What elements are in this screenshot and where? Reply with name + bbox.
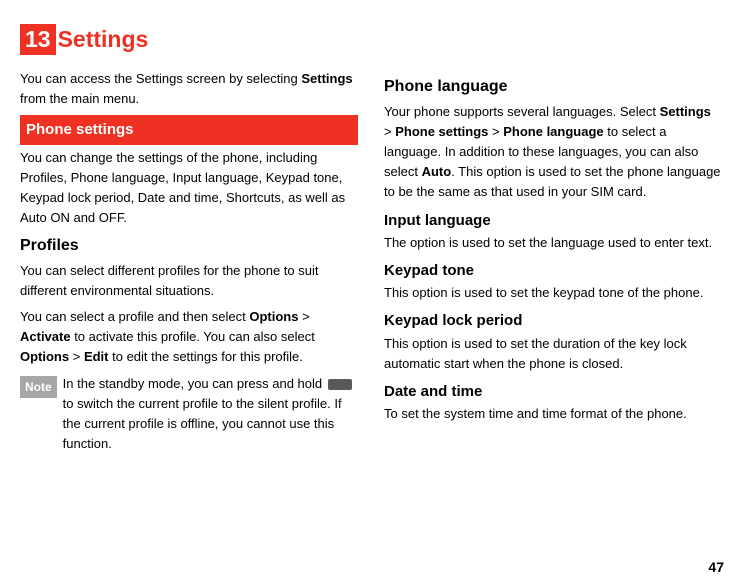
chapter-heading: 13 Settings — [20, 24, 724, 55]
input-language-heading: Input language — [384, 209, 722, 232]
intro-paragraph: You can access the Settings screen by se… — [20, 69, 358, 109]
pl-gt1: > — [384, 124, 395, 139]
phone-language-body: Your phone supports several languages. S… — [384, 102, 722, 203]
phone-language-heading: Phone language — [384, 75, 722, 100]
profiles-p1: You can select different profiles for th… — [20, 261, 358, 301]
column-left: You can access the Settings screen by se… — [20, 69, 358, 454]
pl-auto: Auto — [422, 164, 452, 179]
p2-b: to activate this profile. You can also s… — [71, 329, 315, 344]
p2-activate: Activate — [20, 329, 71, 344]
pl-a: Your phone supports several languages. S… — [384, 104, 660, 119]
note-label: Note — [20, 376, 57, 399]
pl-gt2: > — [488, 124, 503, 139]
intro-settings-bold: Settings — [301, 71, 352, 86]
phone-settings-intro: You can change the settings of the phone… — [20, 148, 358, 229]
p2-gt2: > — [69, 349, 84, 364]
keypad-lock-body: This option is used to set the duration … — [384, 334, 722, 374]
p2-a: You can select a profile and then select — [20, 309, 249, 324]
keypad-tone-body: This option is used to set the keypad to… — [384, 283, 722, 303]
p2-edit: Edit — [84, 349, 109, 364]
keypad-tone-heading: Keypad tone — [384, 259, 722, 282]
intro-text-c: from the main menu. — [20, 91, 139, 106]
chapter-number-box: 13 — [20, 24, 56, 55]
date-time-body: To set the system time and time format o… — [384, 404, 722, 424]
profiles-heading: Profiles — [20, 234, 358, 259]
phone-settings-bar: Phone settings — [20, 115, 358, 144]
hash-key-icon — [328, 379, 352, 390]
profiles-p2: You can select a profile and then select… — [20, 307, 358, 367]
note-text-b: to switch the current profile to the sil… — [63, 396, 342, 451]
column-right: Phone language Your phone supports sever… — [384, 69, 722, 454]
p2-gt1: > — [298, 309, 309, 324]
intro-text-a: You can access the Settings screen by se… — [20, 71, 301, 86]
note-text-a: In the standby mode, you can press and h… — [63, 376, 326, 391]
pl-settings: Settings — [660, 104, 711, 119]
note-body: In the standby mode, you can press and h… — [63, 374, 358, 455]
pl-phone-language: Phone language — [503, 124, 603, 139]
note-block: Note In the standby mode, you can press … — [20, 374, 358, 455]
p2-options2: Options — [20, 349, 69, 364]
chapter-title: Settings — [58, 26, 149, 53]
p2-options: Options — [249, 309, 298, 324]
input-language-body: The option is used to set the language u… — [384, 233, 722, 253]
page-number: 47 — [708, 559, 724, 575]
date-time-heading: Date and time — [384, 380, 722, 403]
pl-phone-settings: Phone settings — [395, 124, 488, 139]
p2-c: to edit the settings for this profile. — [109, 349, 303, 364]
keypad-lock-heading: Keypad lock period — [384, 309, 722, 332]
